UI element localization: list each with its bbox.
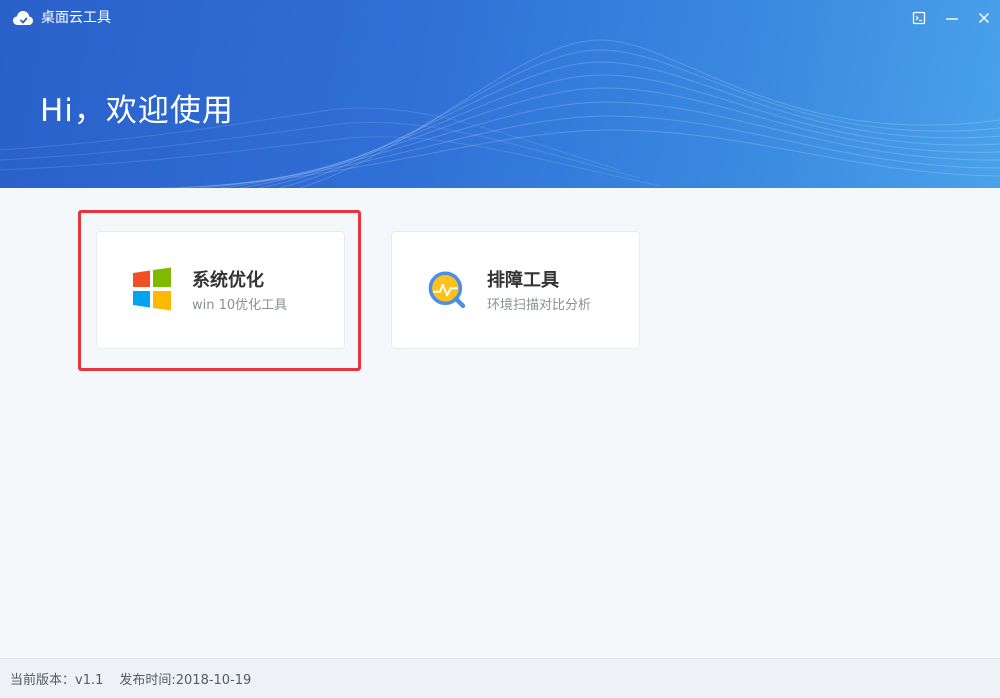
close-button[interactable] [972,6,996,30]
diagnostic-magnifier-icon [428,271,466,309]
release-date-label: 发布时间:2018-10-19 [119,673,252,688]
card-subtitle: win 10优化工具 [192,298,288,313]
card-title: 系统优化 [192,270,264,291]
feedback-button[interactable] [907,6,931,30]
app-title: 桌面云工具 [41,10,111,26]
feedback-icon [912,11,926,25]
windows-logo-icon [133,267,171,311]
minimize-icon [946,18,958,20]
title-bar: 桌面云工具 [0,0,1000,36]
minimize-button[interactable] [940,6,964,30]
version-label: 当前版本：v1.1 [10,673,104,688]
cloud-logo-icon [13,11,33,25]
welcome-heading: Hi，欢迎使用 [40,93,234,129]
troubleshoot-card[interactable]: 排障工具 环境扫描对比分析 [391,231,640,349]
card-title: 排障工具 [487,270,559,291]
card-subtitle: 环境扫描对比分析 [487,298,592,313]
status-footer: 当前版本：v1.1 发布时间:2018-10-19 [0,658,1000,698]
close-icon [978,12,990,24]
system-optimize-card[interactable]: 系统优化 win 10优化工具 [96,231,345,349]
header-banner: 桌面云工具 Hi，欢迎使用 [0,0,1000,188]
